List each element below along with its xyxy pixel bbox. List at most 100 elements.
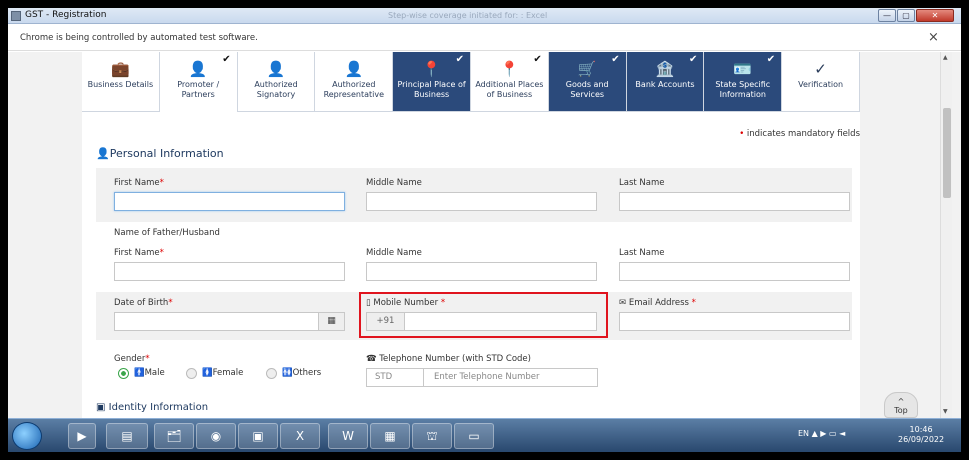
app-icon bbox=[11, 11, 21, 21]
taskbar-media-icon[interactable]: ▶ bbox=[68, 423, 96, 449]
father-first-name-label: First Name* bbox=[114, 248, 164, 258]
goods-icon: 🛒 bbox=[577, 60, 597, 78]
country-code-prefix: +91 bbox=[367, 313, 405, 330]
step-authorized-representative[interactable]: 👤 Authorized Representative bbox=[315, 52, 394, 112]
browser-window: GST - Registration Step-wise coverage in… bbox=[8, 8, 961, 452]
check-icon: ✔ bbox=[766, 54, 776, 65]
father-last-name-label: Last Name bbox=[619, 248, 665, 258]
father-middle-name-label: Middle Name bbox=[366, 248, 422, 258]
check-icon: ✔ bbox=[688, 54, 698, 65]
taskbar-pdf-icon[interactable]: ▣ bbox=[238, 423, 278, 449]
scroll-down-icon: ▼ bbox=[943, 408, 948, 415]
dob-input[interactable]: ▦ bbox=[114, 312, 345, 331]
last-name-label: Last Name bbox=[619, 178, 665, 188]
automation-infobar: Chrome is being controlled by automated … bbox=[8, 25, 961, 51]
step-business-details[interactable]: 💼 Business Details bbox=[82, 52, 160, 112]
taskbar-chrome-icon[interactable]: ◉ bbox=[196, 423, 236, 449]
gender-others-radio[interactable] bbox=[266, 368, 277, 379]
taskbar-window-icon[interactable]: ▭ bbox=[454, 423, 494, 449]
female-icon: 🚺 bbox=[202, 368, 213, 378]
mandatory-note: • indicates mandatory fields bbox=[739, 129, 860, 139]
step-bank-accounts[interactable]: 🏦 Bank Accounts ✔ bbox=[626, 52, 705, 112]
mobile-number-label: ▯ Mobile Number * bbox=[366, 298, 446, 308]
step-principal-place-of-business[interactable]: 📍 Principal Place of Business ✔ bbox=[393, 52, 471, 112]
step-goods-and-services[interactable]: 🛒 Goods and Services ✔ bbox=[548, 52, 627, 112]
email-input[interactable] bbox=[619, 312, 850, 331]
taskbar-gov-icon[interactable]: ⛫ bbox=[412, 423, 452, 449]
briefcase-icon: 💼 bbox=[111, 60, 130, 78]
step-state-specific-information[interactable]: 🪪 State Specific Information ✔ bbox=[704, 52, 783, 112]
phone-icon: ☎ bbox=[366, 354, 377, 364]
email-label: ✉ Email Address * bbox=[619, 298, 696, 308]
last-name-input[interactable] bbox=[619, 192, 850, 211]
infobar-message: Chrome is being controlled by automated … bbox=[20, 33, 258, 43]
check-icon: ✔ bbox=[222, 54, 231, 65]
step-additional-places-of-business[interactable]: 📍 Additional Places of Business ✔ bbox=[470, 52, 549, 112]
registration-form: 💼 Business Details 👤 Promoter / Partners ✔ 👤 A… bbox=[82, 52, 860, 418]
infobar-close-icon[interactable]: × bbox=[928, 30, 939, 45]
registration-stepper: 💼 Business Details 👤 Promoter / Partners ✔ 👤 A… bbox=[82, 52, 860, 112]
gender-female-label: 🚺Female bbox=[202, 368, 244, 378]
check-icon: ✔ bbox=[455, 54, 464, 65]
bank-icon: 🏦 bbox=[655, 60, 675, 78]
step-authorized-signatory[interactable]: 👤 Authorized Signatory bbox=[237, 52, 316, 112]
person-icon: 👤 bbox=[96, 147, 110, 160]
calendar-icon[interactable]: ▦ bbox=[318, 313, 344, 330]
step-label: Verification bbox=[798, 80, 844, 89]
step-label: Authorized Signatory bbox=[254, 80, 298, 99]
title-bar: GST - Registration Step-wise coverage in… bbox=[8, 8, 961, 24]
person-icon: 🚻 bbox=[282, 368, 293, 378]
step-label: State Specific Information bbox=[715, 80, 771, 99]
taskbar-app-icon[interactable]: ▤ bbox=[106, 423, 148, 449]
scroll-thumb[interactable] bbox=[943, 108, 951, 198]
middle-name-label: Middle Name bbox=[366, 178, 422, 188]
location-pin-icon: 📍 bbox=[422, 60, 441, 78]
taskbar-excel-icon[interactable]: X bbox=[280, 423, 320, 449]
close-window-button[interactable]: ✕ bbox=[916, 9, 954, 22]
step-label: Principal Place of Business bbox=[397, 80, 466, 99]
taskbar-explorer-icon[interactable]: 🗂 bbox=[154, 423, 194, 449]
chevron-up-icon: ^ bbox=[897, 397, 905, 406]
faded-title: Step-wise coverage initiated for: : Exce… bbox=[388, 11, 548, 20]
male-icon: 🚹 bbox=[134, 368, 145, 378]
mobile-number-input[interactable]: +91 bbox=[366, 312, 597, 331]
scroll-up-icon: ▲ bbox=[943, 54, 948, 61]
system-tray[interactable]: EN ▲ ▶ ▭ ◄ bbox=[798, 429, 845, 438]
clock: 10:46 26/09/2022 bbox=[898, 425, 945, 444]
taskbar-tool-icon[interactable]: ▦ bbox=[370, 423, 410, 449]
location-pins-icon: 📍 bbox=[500, 60, 519, 78]
gender-female-radio[interactable] bbox=[186, 368, 197, 379]
id-card-icon: 🪪 bbox=[733, 60, 753, 78]
first-name-input[interactable] bbox=[114, 192, 345, 211]
father-heading: Name of Father/Husband bbox=[114, 228, 220, 238]
step-label: Promoter / Partners bbox=[177, 80, 220, 99]
start-button[interactable] bbox=[12, 422, 42, 450]
father-middle-name-input[interactable] bbox=[366, 262, 597, 281]
envelope-icon: ✉ bbox=[619, 298, 627, 308]
back-to-top-button[interactable]: ^ Top bbox=[884, 392, 918, 418]
std-code-input[interactable]: STD bbox=[366, 368, 424, 387]
vertical-scrollbar[interactable]: ▲ ▼ bbox=[940, 52, 952, 418]
middle-name-input[interactable] bbox=[366, 192, 597, 211]
window-title: GST - Registration bbox=[25, 10, 107, 20]
step-label: Goods and Services bbox=[565, 80, 609, 99]
mobile-icon: ▯ bbox=[366, 298, 371, 308]
section-title-identity: ▣ Identity Information bbox=[96, 402, 209, 413]
gender-male-radio[interactable] bbox=[118, 368, 129, 379]
step-verification[interactable]: ✓ Verification bbox=[782, 52, 860, 112]
dob-label: Date of Birth* bbox=[114, 298, 173, 308]
check-circle-icon: ✓ bbox=[814, 60, 827, 78]
step-label: Bank Accounts bbox=[635, 80, 695, 89]
maximize-button[interactable]: ▢ bbox=[897, 9, 915, 22]
gender-others-label: 🚻Others bbox=[282, 368, 322, 378]
father-last-name-input[interactable] bbox=[619, 262, 850, 281]
minimize-button[interactable]: — bbox=[878, 9, 896, 22]
telephone-number-input[interactable]: Enter Telephone Number bbox=[423, 368, 598, 387]
father-first-name-input[interactable] bbox=[114, 262, 345, 281]
section-title-personal: 👤Personal Information bbox=[96, 147, 224, 160]
id-card-icon: ▣ bbox=[96, 402, 106, 413]
taskbar-word-icon[interactable]: W bbox=[328, 423, 368, 449]
step-promoter-partners[interactable]: 👤 Promoter / Partners ✔ bbox=[159, 52, 238, 112]
step-label: Business Details bbox=[87, 80, 154, 89]
check-icon: ✔ bbox=[611, 54, 620, 65]
